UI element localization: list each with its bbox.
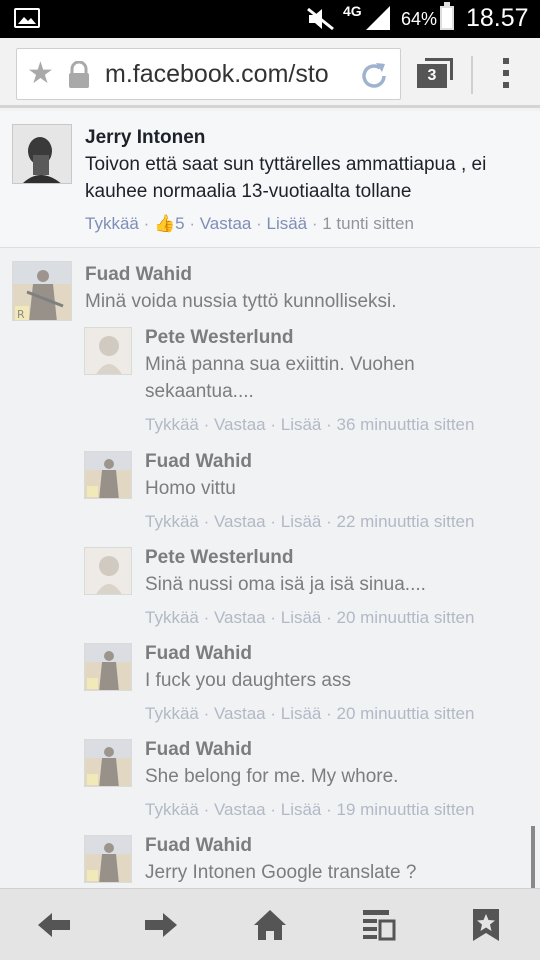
more-link[interactable]: Lisää [281, 415, 322, 434]
timestamp: 1 tunti sitten [322, 214, 414, 233]
like-link[interactable]: Tykkää [145, 512, 199, 531]
like-link[interactable]: Tykkää [85, 214, 139, 233]
timestamp: 20 minuuttia sitten [336, 608, 475, 627]
avatar[interactable]: R [12, 261, 72, 321]
bookmarks-icon[interactable] [470, 907, 502, 943]
toolbar-divider [471, 56, 473, 94]
battery-icon [440, 2, 454, 30]
reply-author[interactable]: Fuad Wahid [145, 451, 252, 473]
reply-text: Homo vittu [145, 478, 236, 499]
overflow-menu-icon[interactable] [500, 58, 512, 94]
like-count[interactable]: 5 [175, 214, 184, 233]
reply-actions: Tykkää · Vastaa · Lisää · 22 minuuttia s… [145, 512, 475, 531]
more-link[interactable]: Lisää [281, 608, 322, 627]
like-link[interactable]: Tykkää [145, 608, 199, 627]
comment-item: Jerry Intonen Toivon että saat sun tyttä… [0, 111, 540, 248]
comment-author[interactable]: Fuad Wahid [85, 264, 192, 286]
url-text[interactable]: m.facebook.com/sto [105, 60, 353, 89]
reply-text: Jerry Intonen Google translate ? [145, 862, 417, 883]
reload-icon[interactable] [357, 59, 391, 93]
signal-icon [366, 6, 390, 30]
mute-icon [307, 7, 334, 31]
reply-text: She belong for me. My whore. [145, 766, 399, 787]
more-link[interactable]: Lisää [281, 512, 322, 531]
like-link[interactable]: Tykkää [145, 704, 199, 723]
comment-author[interactable]: Jerry Intonen [85, 127, 205, 149]
comment-text: Toivon että saat sun tyttärelles ammatti… [85, 154, 487, 202]
avatar[interactable] [84, 547, 132, 595]
reply-link[interactable]: Vastaa [214, 704, 266, 723]
reply-link[interactable]: Vastaa [214, 512, 266, 531]
reply-text: Minä panna sua exiittin. Vuohen sekaantu… [145, 354, 415, 402]
reply-author[interactable]: Pete Westerlund [145, 547, 294, 569]
reply-author[interactable]: Fuad Wahid [145, 835, 252, 857]
avatar[interactable] [84, 835, 132, 883]
avatar[interactable] [84, 451, 132, 499]
scrollbar[interactable] [531, 826, 535, 888]
timestamp: 19 minuuttia sitten [336, 800, 475, 819]
avatar[interactable] [84, 327, 132, 375]
forward-arrow-icon[interactable] [143, 907, 179, 943]
back-arrow-icon[interactable] [36, 907, 72, 943]
reply-author[interactable]: Fuad Wahid [145, 739, 252, 761]
more-link[interactable]: Lisää [267, 214, 308, 233]
reply-author[interactable]: Pete Westerlund [145, 327, 294, 349]
reply-text: I fuck you daughters ass [145, 670, 351, 691]
reply-actions: Tykkää · Vastaa · Lisää · 20 minuuttia s… [145, 608, 475, 627]
comment-thread: R Fuad Wahid Minä voida nussia tyttö kun… [0, 248, 540, 888]
reader-mode-icon[interactable] [361, 907, 397, 943]
reply-link[interactable]: Vastaa [214, 608, 266, 627]
comment-feed: Jerry Intonen Toivon että saat sun tyttä… [0, 111, 540, 888]
reply-text: Sinä nussi oma isä ja isä sinua.... [145, 574, 426, 595]
reply-actions: Tykkää · Vastaa · Lisää · 36 minuuttia s… [145, 415, 475, 434]
tab-switcher-button[interactable]: 3 [417, 58, 453, 88]
reply-author[interactable]: Fuad Wahid [145, 643, 252, 665]
like-link[interactable]: Tykkää [145, 415, 199, 434]
gallery-icon [14, 8, 40, 28]
browser-toolbar: ★ m.facebook.com/sto 3 [0, 38, 540, 108]
like-link[interactable]: Tykkää [145, 800, 199, 819]
network-type: 4G [343, 3, 362, 19]
tab-count: 3 [417, 64, 447, 88]
home-icon[interactable] [252, 907, 288, 943]
reply-link[interactable]: Vastaa [214, 415, 266, 434]
avatar[interactable] [84, 739, 132, 787]
reply-link[interactable]: Vastaa [214, 800, 266, 819]
browser-bottom-bar [0, 888, 540, 960]
timestamp: 36 minuuttia sitten [336, 415, 475, 434]
more-link[interactable]: Lisää [281, 704, 322, 723]
svg-text:R: R [17, 308, 25, 321]
avatar[interactable] [84, 643, 132, 691]
thumbs-up-icon: 👍 [153, 214, 176, 233]
status-bar: 4G 64% 18.57 [0, 0, 540, 38]
avatar[interactable] [12, 124, 72, 184]
clock: 18.57 [466, 4, 529, 32]
lock-icon [69, 61, 89, 88]
timestamp: 20 minuuttia sitten [336, 704, 475, 723]
comment-actions: Tykkää · 👍5 · Vastaa · Lisää · 1 tunti s… [85, 214, 414, 233]
reply-link[interactable]: Vastaa [200, 214, 252, 233]
more-link[interactable]: Lisää [281, 800, 322, 819]
comment-text: Minä voida nussia tyttö kunnolliseksi. [85, 291, 397, 312]
reply-actions: Tykkää · Vastaa · Lisää · 19 minuuttia s… [145, 800, 475, 819]
address-bar[interactable]: ★ m.facebook.com/sto [16, 48, 401, 100]
reply-actions: Tykkää · Vastaa · Lisää · 20 minuuttia s… [145, 704, 475, 723]
battery-percent: 64% [401, 9, 438, 29]
timestamp: 22 minuuttia sitten [336, 512, 475, 531]
bookmark-star-icon[interactable]: ★ [27, 59, 54, 89]
